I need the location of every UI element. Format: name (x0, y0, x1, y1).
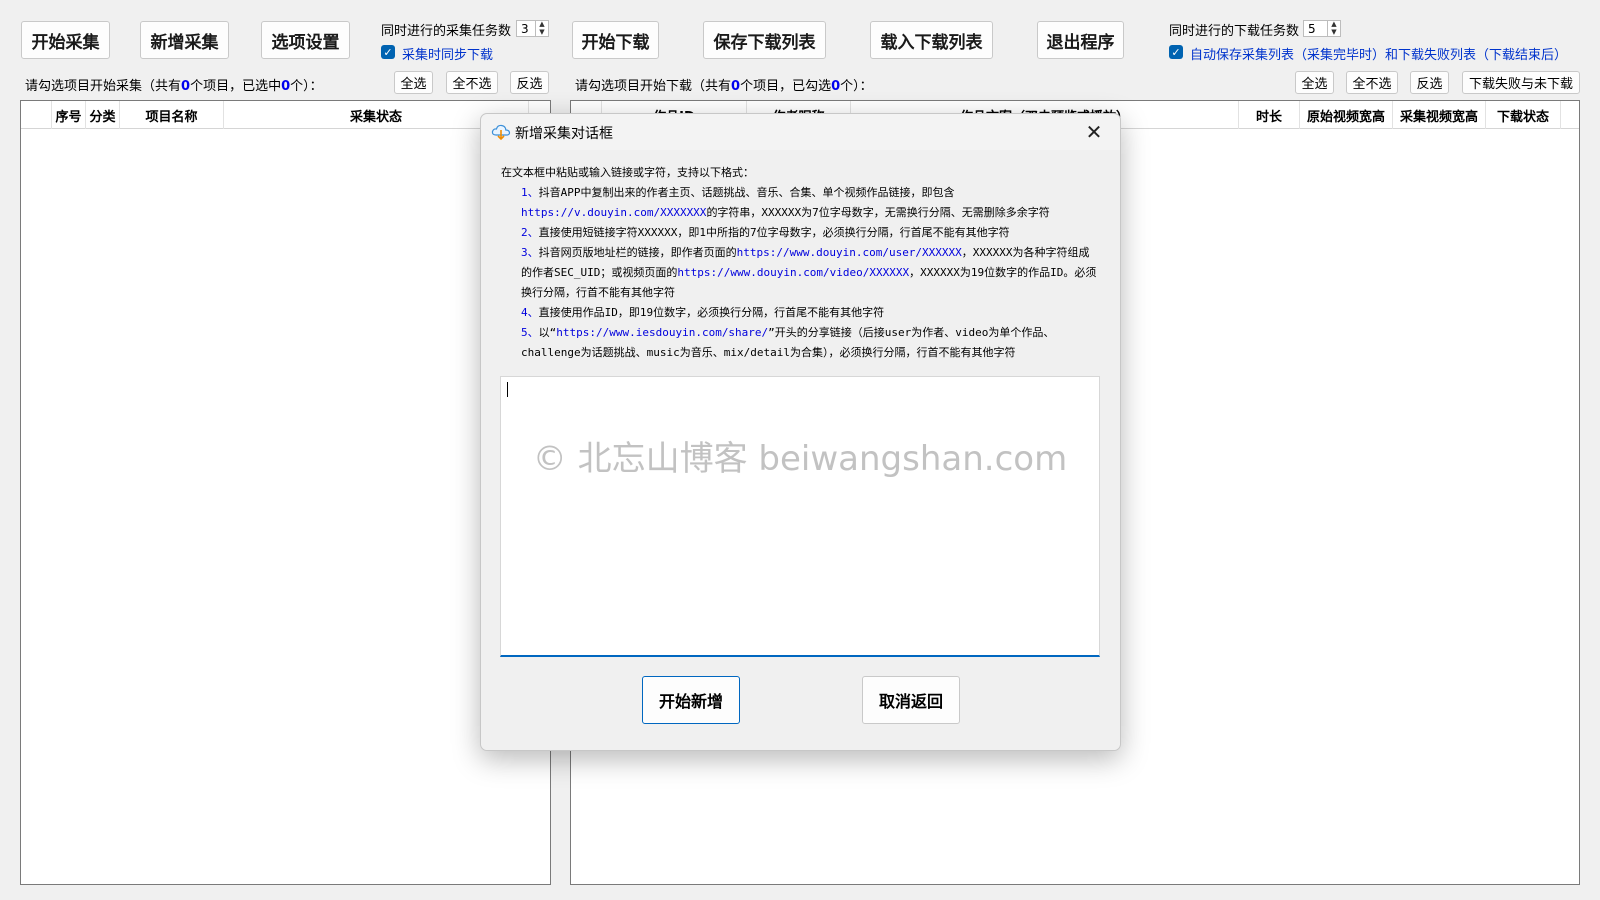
instructions-intro: 在文本框中粘贴或输入链接或字符，支持以下格式： (501, 166, 754, 179)
collect-col-index[interactable]: 序号 (52, 101, 86, 129)
instruction-item-5: 5、以“https://www.iesdouyin.com/share/”开头的… (501, 323, 1099, 363)
download-total-count: 0 (731, 79, 741, 94)
collect-invert-button[interactable]: 反选 (510, 71, 549, 94)
item-link: https://www.douyin.com/video/XXXXXX (677, 266, 910, 279)
item-link: https://v.douyin.com/XXXXXXX (521, 206, 707, 219)
instruction-item-4: 4、直接使用作品ID，即19位数字，必须换行分隔，行首尾不能有其他字符 (501, 303, 1099, 323)
item-link: https://www.iesdouyin.com/share/ (556, 326, 769, 339)
concurrent-collect-spinner[interactable]: 3 ▲ ▼ (516, 20, 549, 37)
item-number: 3、 (521, 246, 539, 259)
download-status-text: 请勾选项目开始下载（共有0个项目，已勾选0个）： (575, 75, 873, 94)
download-select-all-button[interactable]: 全选 (1295, 71, 1334, 94)
instruction-item-1: 1、抖音APP中复制出来的作者主页、话题挑战、音乐、合集、单个视频作品链接，即包… (501, 183, 1099, 223)
spinner-arrows[interactable]: ▲ ▼ (1327, 21, 1340, 36)
item-number: 1、 (521, 186, 539, 199)
download-col-original-size[interactable]: 原始视频宽高 (1300, 101, 1393, 129)
download-col-status[interactable]: 下载状态 (1486, 101, 1561, 129)
links-input[interactable]: © 北忘山博客 beiwangshan.com (500, 376, 1100, 657)
download-failed-button[interactable]: 下载失败与未下载 (1462, 71, 1580, 94)
dialog-body: 在文本框中粘贴或输入链接或字符，支持以下格式： 1、抖音APP中复制出来的作者主… (481, 150, 1120, 750)
dialog-titlebar[interactable]: 新增采集对话框 ✕ (481, 114, 1120, 150)
save-download-list-button[interactable]: 保存下载列表 (703, 21, 826, 59)
collect-status-text: 请勾选项目开始采集（共有0个项目，已选中0个）： (25, 75, 323, 94)
collect-status-suffix: 个）： (290, 79, 323, 94)
concurrent-download-spinner[interactable]: 5 ▲ ▼ (1303, 20, 1341, 37)
exit-button[interactable]: 退出程序 (1037, 21, 1124, 59)
add-collect-dialog: 新增采集对话框 ✕ 在文本框中粘贴或输入链接或字符，支持以下格式： 1、抖音AP… (480, 113, 1121, 751)
item-text: 直接使用短链接字符XXXXXX，即1中所指的7位字母数字，必须换行分隔，行首尾不… (538, 226, 1010, 239)
collect-col-category[interactable]: 分类 (86, 101, 120, 129)
collect-col-checkbox[interactable] (21, 101, 52, 129)
close-icon[interactable]: ✕ (1082, 120, 1106, 144)
spin-down-icon[interactable]: ▼ (1328, 28, 1340, 37)
collect-select-none-button[interactable]: 全不选 (446, 71, 498, 94)
concurrent-collect-value: 3 (521, 21, 529, 36)
sync-download-label: 采集时同步下载 (402, 48, 494, 63)
collect-status-prefix: 请勾选项目开始采集（共有 (25, 79, 182, 94)
collect-total-count: 0 (181, 79, 191, 94)
start-add-button[interactable]: 开始新增 (642, 676, 740, 724)
instruction-item-3: 3、抖音网页版地址栏的链接，即作者页面的https://www.douyin.c… (501, 243, 1099, 303)
download-select-none-button[interactable]: 全不选 (1346, 71, 1398, 94)
concurrent-download-value: 5 (1308, 21, 1316, 36)
options-button[interactable]: 选项设置 (261, 21, 350, 59)
spin-down-icon[interactable]: ▼ (536, 28, 548, 37)
item-number: 2、 (521, 226, 539, 239)
collect-select-all-button[interactable]: 全选 (394, 71, 433, 94)
download-status-prefix: 请勾选项目开始下载（共有 (575, 79, 732, 94)
item-number: 4、 (521, 306, 539, 319)
add-collect-button[interactable]: 新增采集 (140, 21, 229, 59)
autosave-label: 自动保存采集列表（采集完毕时）和下载失败列表（下载结束后） (1190, 48, 1568, 63)
collect-col-project-name[interactable]: 项目名称 (120, 101, 224, 129)
item-text: 抖音APP中复制出来的作者主页、话题挑战、音乐、合集、单个视频作品链接，即包含 (538, 186, 955, 199)
collect-table-header: 序号 分类 项目名称 采集状态 (21, 101, 550, 129)
item-link: https://www.douyin.com/user/XXXXXX (736, 246, 962, 259)
download-col-duration[interactable]: 时长 (1239, 101, 1300, 129)
download-invert-button[interactable]: 反选 (1410, 71, 1449, 94)
concurrent-download-label: 同时进行的下载任务数 (1169, 24, 1300, 39)
load-download-list-button[interactable]: 载入下载列表 (870, 21, 993, 59)
instructions: 在文本框中粘贴或输入链接或字符，支持以下格式： 1、抖音APP中复制出来的作者主… (501, 163, 1099, 363)
download-status-mid: 个项目，已勾选 (740, 79, 832, 94)
text-caret (507, 382, 508, 397)
concurrent-collect-label: 同时进行的采集任务数 (381, 24, 512, 39)
item-text: 的字符串，XXXXXX为7位字母数字，无需换行分隔、无需删除多余字符 (706, 206, 1050, 219)
dialog-title: 新增采集对话框 (515, 126, 613, 142)
download-col-collected-size[interactable]: 采集视频宽高 (1393, 101, 1486, 129)
item-text: 直接使用作品ID，即19位数字，必须换行分隔，行首尾不能有其他字符 (538, 306, 885, 319)
item-number: 5、 (521, 326, 539, 339)
collect-table[interactable]: 序号 分类 项目名称 采集状态 (20, 100, 551, 885)
item-text: 抖音网页版地址栏的链接，即作者页面的 (538, 246, 737, 259)
start-collect-button[interactable]: 开始采集 (21, 21, 110, 59)
download-status-suffix: 个）： (840, 79, 873, 94)
collect-status-mid: 个项目，已选中 (190, 79, 282, 94)
item-text: 以“ (538, 326, 557, 339)
collect-selected-count: 0 (281, 79, 291, 94)
spinner-arrows[interactable]: ▲ ▼ (535, 21, 548, 36)
cloud-download-icon (491, 124, 511, 141)
start-download-button[interactable]: 开始下载 (572, 21, 659, 59)
download-selected-count: 0 (831, 79, 841, 94)
watermark: © 北忘山博客 beiwangshan.com (532, 439, 1068, 479)
instruction-item-2: 2、直接使用短链接字符XXXXXX，即1中所指的7位字母数字，必须换行分隔，行首… (501, 223, 1099, 243)
autosave-checkbox[interactable]: ✓ (1169, 45, 1183, 59)
sync-download-checkbox[interactable]: ✓ (381, 45, 395, 59)
cancel-button[interactable]: 取消返回 (862, 676, 960, 724)
